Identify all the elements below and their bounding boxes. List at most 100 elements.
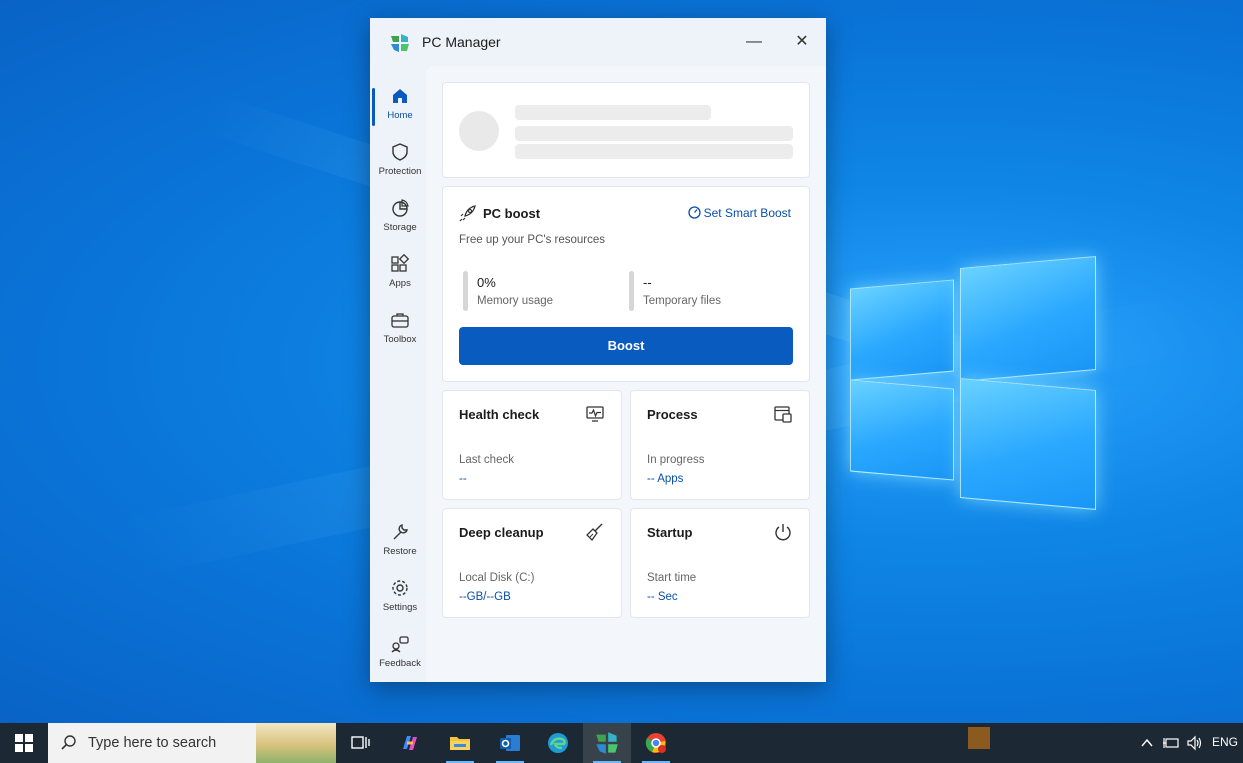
- sidebar-item-protection[interactable]: Protection: [370, 138, 430, 190]
- tile-title: Startup: [647, 525, 693, 540]
- temporary-files-label: Temporary files: [643, 295, 721, 307]
- speedometer-icon: [687, 206, 701, 219]
- outlook-taskbar-button[interactable]: [486, 723, 534, 763]
- network-icon[interactable]: [1162, 736, 1180, 750]
- broom-icon: [586, 523, 603, 542]
- close-button[interactable]: ✕: [788, 30, 816, 54]
- feedback-icon: [391, 636, 409, 653]
- tile-value: -- Sec: [647, 591, 678, 603]
- health-check-tile[interactable]: Health check Last check --: [442, 390, 622, 500]
- edge-browser-icon: [548, 733, 568, 753]
- pc-manager-window: PC Manager — ✕ Home Protection Storage A…: [370, 18, 826, 682]
- folder-icon: [450, 737, 470, 750]
- temporary-files-value: --: [643, 275, 652, 290]
- windows-start-icon: [15, 734, 33, 752]
- sidebar-item-label: Restore: [383, 546, 417, 557]
- sidebar-item-toolbox[interactable]: Toolbox: [370, 306, 430, 358]
- memory-usage-bar: [463, 271, 468, 311]
- pie-chart-icon: [392, 199, 409, 217]
- wrench-icon: [393, 524, 408, 540]
- rocket-icon: [459, 205, 476, 222]
- pc-boost-subtitle: Free up your PC's resources: [459, 234, 606, 246]
- chrome-browser-icon: [645, 733, 666, 753]
- volume-icon[interactable]: [1186, 735, 1204, 751]
- minimize-button[interactable]: —: [740, 30, 768, 54]
- account-card-loading: [442, 82, 810, 178]
- pc-manager-icon: [596, 732, 618, 754]
- memory-usage-metric: 0% Memory usage: [459, 271, 609, 311]
- pc-boost-card: PC boost Set Smart Boost Free up your PC…: [442, 186, 810, 382]
- search-highlight-image: [256, 723, 336, 763]
- title-bar[interactable]: PC Manager — ✕: [370, 18, 826, 66]
- memory-usage-label: Memory usage: [477, 295, 554, 307]
- search-placeholder: Type here to search: [88, 735, 217, 751]
- windows-logo-wallpaper: [848, 252, 1098, 510]
- set-smart-boost-link[interactable]: Set Smart Boost: [687, 206, 791, 220]
- avatar-placeholder: [459, 111, 499, 151]
- sidebar-item-storage[interactable]: Storage: [370, 194, 430, 246]
- process-window-icon: [774, 406, 792, 423]
- edge-taskbar-button[interactable]: [534, 723, 582, 763]
- sidebar: Home Protection Storage Apps Toolbox Res…: [370, 78, 426, 678]
- tile-value: --GB/--GB: [459, 591, 511, 603]
- search-icon: [61, 735, 76, 750]
- start-button[interactable]: [0, 723, 48, 763]
- sidebar-item-label: Apps: [389, 278, 411, 289]
- file-explorer-taskbar-button[interactable]: [436, 723, 484, 763]
- process-tile[interactable]: Process In progress -- Apps: [630, 390, 810, 500]
- tile-value: -- Apps: [647, 473, 684, 485]
- show-hidden-icons-chevron-icon[interactable]: [1140, 737, 1154, 749]
- copilot-taskbar-button[interactable]: [386, 723, 434, 763]
- sidebar-item-restore[interactable]: Restore: [370, 518, 430, 570]
- memory-usage-value: 0%: [477, 275, 496, 290]
- skeleton-line: [515, 105, 711, 120]
- toolbox-icon: [391, 313, 409, 328]
- taskbar-color-block: [968, 727, 990, 749]
- tile-title: Deep cleanup: [459, 525, 544, 540]
- pc-boost-title: PC boost: [483, 206, 541, 221]
- sidebar-item-apps[interactable]: Apps: [370, 250, 430, 302]
- monitor-pulse-icon: [586, 406, 604, 422]
- sidebar-item-label: Home: [387, 110, 413, 121]
- apps-icon: [391, 254, 410, 272]
- sidebar-item-label: Toolbox: [383, 334, 417, 345]
- shield-icon: [392, 143, 408, 161]
- sidebar-item-label: Settings: [382, 602, 418, 613]
- sidebar-item-feedback[interactable]: Feedback: [370, 630, 430, 682]
- set-smart-boost-label: Set Smart Boost: [703, 206, 791, 220]
- deep-cleanup-tile[interactable]: Deep cleanup Local Disk (C:) --GB/--GB: [442, 508, 622, 618]
- tile-title: Process: [647, 407, 698, 422]
- tile-subtitle: Start time: [647, 572, 697, 584]
- taskbar-search-box[interactable]: Type here to search: [48, 723, 336, 763]
- skeleton-line: [515, 126, 793, 141]
- chrome-taskbar-button[interactable]: [632, 723, 680, 763]
- skeleton-line: [515, 144, 793, 159]
- sidebar-item-label: Protection: [378, 166, 422, 177]
- tile-subtitle: Last check: [459, 454, 514, 466]
- window-title: PC Manager: [422, 34, 501, 50]
- outlook-icon: [500, 735, 520, 751]
- task-view-button[interactable]: [336, 723, 384, 763]
- main-content: PC boost Set Smart Boost Free up your PC…: [426, 66, 826, 682]
- copilot-icon: [403, 736, 417, 750]
- sidebar-item-label: Feedback: [379, 658, 421, 669]
- sidebar-item-home[interactable]: Home: [370, 82, 430, 134]
- taskbar: Type here to search ENG: [0, 723, 1243, 763]
- pc-manager-taskbar-button[interactable]: [583, 723, 631, 763]
- startup-tile[interactable]: Startup Start time -- Sec: [630, 508, 810, 618]
- temporary-files-bar: [629, 271, 634, 311]
- pc-manager-logo-icon: [391, 34, 409, 52]
- sidebar-item-label: Storage: [383, 222, 417, 233]
- active-indicator: [372, 88, 375, 126]
- gear-icon: [392, 580, 408, 596]
- tile-value: --: [459, 473, 467, 485]
- sidebar-item-settings[interactable]: Settings: [370, 574, 430, 626]
- tile-subtitle: Local Disk (C:): [459, 572, 535, 584]
- tile-title: Health check: [459, 407, 540, 422]
- temporary-files-metric: -- Temporary files: [625, 271, 775, 311]
- input-language-indicator[interactable]: ENG: [1212, 735, 1238, 749]
- home-icon: [393, 89, 407, 103]
- boost-button[interactable]: Boost: [459, 327, 793, 365]
- task-view-icon: [351, 736, 370, 749]
- tile-subtitle: In progress: [647, 454, 705, 466]
